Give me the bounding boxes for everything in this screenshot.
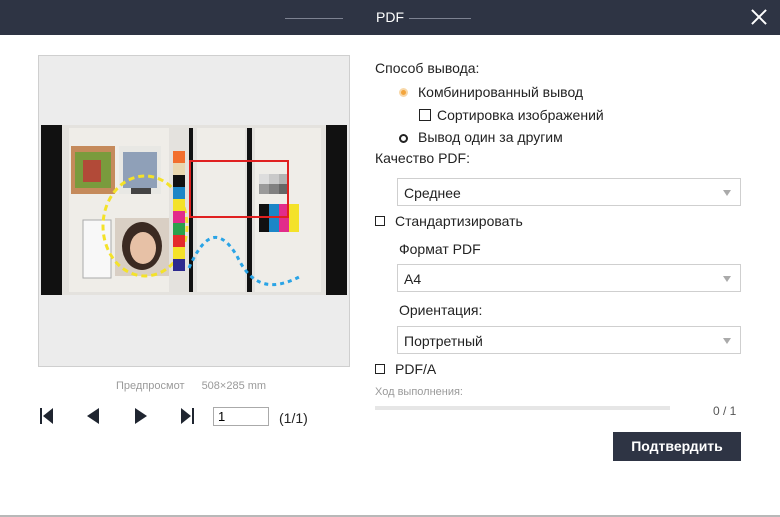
title-bar: PDF bbox=[0, 0, 780, 35]
chevron-down-icon bbox=[723, 276, 731, 282]
page-number-input[interactable] bbox=[213, 407, 269, 426]
quality-select[interactable]: Среднее bbox=[397, 178, 741, 206]
sequential-output-label[interactable]: Вывод один за другим bbox=[418, 129, 563, 145]
orientation-select[interactable]: Портретный bbox=[397, 326, 741, 354]
next-page-button[interactable] bbox=[134, 407, 148, 430]
quality-heading: Качество PDF: bbox=[375, 150, 470, 166]
close-icon[interactable] bbox=[748, 6, 770, 28]
pdfa-checkbox[interactable] bbox=[375, 364, 385, 374]
pdfa-label[interactable]: PDF/A bbox=[395, 361, 436, 377]
progress-label: Ход выполнения: bbox=[375, 386, 463, 398]
standardize-checkbox[interactable] bbox=[375, 216, 385, 226]
arrow-right-icon bbox=[135, 408, 147, 424]
arrow-left-icon bbox=[87, 408, 99, 424]
output-method-heading: Способ вывода: bbox=[375, 60, 480, 76]
standardize-label[interactable]: Стандартизировать bbox=[395, 213, 523, 229]
format-value: A4 bbox=[404, 271, 422, 287]
title-decoration-right bbox=[409, 18, 471, 19]
radio-sequential-output[interactable] bbox=[399, 134, 408, 143]
orientation-value: Портретный bbox=[404, 333, 483, 349]
sort-images-checkbox[interactable] bbox=[419, 109, 431, 121]
page-count: (1/1) bbox=[279, 410, 308, 426]
format-select[interactable]: A4 bbox=[397, 264, 741, 292]
chevron-down-icon bbox=[723, 190, 731, 196]
preview-image bbox=[41, 125, 347, 295]
first-page-button[interactable] bbox=[40, 407, 54, 430]
previous-page-button[interactable] bbox=[86, 407, 100, 430]
quality-value: Среднее bbox=[404, 185, 461, 201]
chevron-down-icon bbox=[723, 338, 731, 344]
skip-forward-icon bbox=[181, 408, 194, 424]
preview-info: Предпросмот 508×285 mm bbox=[116, 380, 280, 392]
confirm-button[interactable]: Подтвердить bbox=[613, 432, 741, 461]
preview-label: Предпросмот bbox=[116, 380, 185, 392]
window-title: PDF bbox=[376, 9, 404, 25]
radio-combined-output[interactable] bbox=[399, 88, 408, 97]
skip-back-icon bbox=[40, 408, 53, 424]
combined-output-label[interactable]: Комбинированный вывод bbox=[418, 84, 583, 100]
preview-size: 508×285 mm bbox=[201, 380, 267, 392]
progress-bar bbox=[375, 406, 670, 410]
preview-panel bbox=[38, 55, 350, 367]
sort-images-label[interactable]: Сортировка изображений bbox=[437, 107, 604, 123]
progress-count: 0 / 1 bbox=[713, 404, 737, 418]
last-page-button[interactable] bbox=[180, 407, 194, 430]
orientation-heading: Ориентация: bbox=[399, 302, 483, 318]
format-heading: Формат PDF bbox=[399, 241, 481, 257]
